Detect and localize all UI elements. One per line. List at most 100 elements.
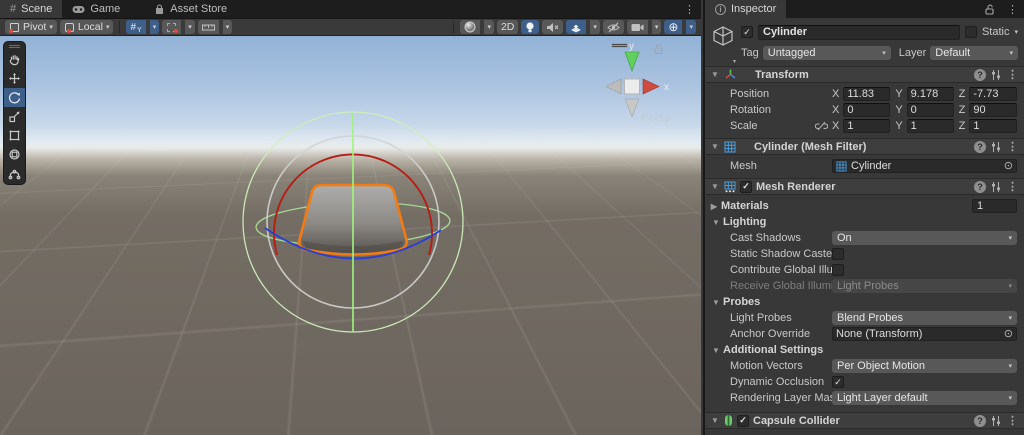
contribute-gi-checkbox[interactable] — [832, 264, 844, 276]
scale-y-input[interactable]: 1 — [906, 119, 954, 133]
x-axis-cone[interactable] — [642, 78, 660, 95]
mesh-filter-menu-icon[interactable]: ⋮ — [1006, 140, 1019, 153]
scale-tool-button[interactable] — [4, 107, 25, 126]
position-y-input[interactable]: 9.178 — [906, 87, 954, 101]
transform-presets-icon[interactable] — [990, 69, 1002, 81]
dynamic-occlusion-checkbox[interactable]: ✓ — [832, 376, 844, 388]
effects-dropdown[interactable]: ▾ — [590, 20, 600, 34]
cast-shadows-dropdown[interactable]: On ▾ — [832, 231, 1017, 245]
hand-tool-button[interactable] — [4, 50, 25, 69]
materials-foldout-icon[interactable]: ▶ — [709, 202, 719, 211]
light-probes-dropdown[interactable]: Blend Probes ▾ — [832, 311, 1017, 325]
rect-tool-button[interactable] — [4, 126, 25, 145]
effects-toggle[interactable] — [566, 20, 587, 34]
anchor-picker-icon[interactable]: ⊙ — [1004, 328, 1013, 340]
gizmos-dropdown[interactable]: ▾ — [686, 20, 696, 34]
additional-settings-foldout[interactable]: ▼ Additional Settings — [705, 342, 1024, 358]
scene-tools-palette — [3, 41, 26, 185]
mesh-picker-icon[interactable]: ⊙ — [1004, 160, 1013, 172]
local-dropdown[interactable]: Local ▾ — [59, 20, 114, 34]
anchor-override-field[interactable]: None (Transform) ⊙ — [832, 327, 1017, 341]
capsule-collider-foldout-icon[interactable]: ▼ — [710, 416, 720, 425]
tab-asset-store[interactable]: Asset Store — [144, 0, 237, 18]
tab-inspector[interactable]: i Inspector — [705, 0, 787, 18]
mesh-filter-help-icon[interactable]: ? — [974, 140, 986, 153]
capsule-collider-menu-icon[interactable]: ⋮ — [1006, 414, 1019, 427]
transform-menu-icon[interactable]: ⋮ — [1006, 68, 1019, 81]
shading-mode-dropdown[interactable]: ▾ — [484, 20, 494, 34]
camera-settings-button[interactable] — [626, 20, 648, 34]
transform-tool-button[interactable] — [4, 145, 25, 164]
mesh-renderer-foldout-icon[interactable]: ▼ — [710, 182, 720, 191]
capsule-collider-enabled-checkbox[interactable]: ✓ — [737, 414, 749, 427]
gizmos-toggle[interactable]: ⊕ — [664, 20, 683, 34]
static-shadow-caster-checkbox[interactable] — [832, 248, 844, 260]
camera-settings-dropdown[interactable]: ▾ — [651, 20, 662, 34]
mesh-renderer-menu-icon[interactable]: ⋮ — [1006, 180, 1019, 193]
mesh-filter-presets-icon[interactable] — [990, 141, 1002, 153]
materials-row[interactable]: ▶ Materials 1 — [705, 198, 1024, 214]
snap-increment-dropdown[interactable]: ▾ — [222, 20, 233, 34]
gameobject-active-checkbox[interactable]: ✓ — [741, 26, 753, 38]
inspector-lock-icon[interactable] — [979, 0, 1001, 18]
rendering-layer-mask-dropdown[interactable]: Light Layer default ▾ — [832, 391, 1017, 405]
scene-tab-menu-icon[interactable]: ⋮ — [678, 0, 701, 18]
pivot-dropdown[interactable]: Pivot ▾ — [5, 20, 57, 34]
grid-snap-toggle[interactable] — [162, 20, 182, 34]
mesh-renderer-presets-icon[interactable] — [990, 181, 1002, 193]
left-axis-cone[interactable] — [605, 78, 622, 95]
rotation-y-input[interactable]: 0 — [906, 103, 954, 117]
gizmos-arrow-icon: ▾ — [689, 24, 693, 31]
mesh-renderer-help-icon[interactable]: ? — [974, 180, 986, 193]
probes-foldout[interactable]: ▼ Probes — [705, 294, 1024, 310]
mesh-filter-foldout-icon[interactable]: ▼ — [710, 142, 720, 151]
rotation-z-input[interactable]: 90 — [969, 103, 1017, 117]
scale-z-input[interactable]: 1 — [969, 119, 1017, 133]
gizmo-lock-icon[interactable] — [654, 44, 663, 54]
materials-count-input[interactable]: 1 — [972, 199, 1017, 213]
capsule-collider-presets-icon[interactable] — [990, 415, 1002, 427]
tag-dropdown[interactable]: Untagged ▾ — [762, 46, 891, 60]
mesh-renderer-enabled-checkbox[interactable]: ✓ — [740, 180, 752, 193]
inspector-menu-icon[interactable]: ⋮ — [1001, 0, 1024, 18]
motion-vectors-dropdown[interactable]: Per Object Motion ▾ — [832, 359, 1017, 373]
gizmo-center-cube[interactable] — [624, 78, 640, 95]
mesh-object-field[interactable]: Cylinder ⊙ — [832, 159, 1017, 173]
link-broken-icon[interactable] — [815, 121, 828, 131]
mesh-filter-header[interactable]: ▼ Cylinder (Mesh Filter) ? ⋮ — [705, 138, 1024, 155]
transform-help-icon[interactable]: ? — [974, 68, 986, 81]
shading-mode-button[interactable] — [460, 20, 481, 34]
capsule-collider-help-icon[interactable]: ? — [974, 414, 986, 427]
snap-increment-toggle[interactable] — [197, 20, 219, 34]
position-z-input[interactable]: -7.73 — [969, 87, 1017, 101]
gameobject-icon-wrap[interactable]: ▾ — [709, 22, 737, 65]
transform-header[interactable]: ▼ Transform ? ⋮ — [705, 66, 1024, 83]
transform-foldout-icon[interactable]: ▼ — [710, 70, 720, 79]
custom-tool-button[interactable] — [4, 164, 25, 183]
capsule-collider-header[interactable]: ▼ ✓ Capsule Collider ? ⋮ — [705, 412, 1024, 429]
grid-snap-dropdown[interactable]: ▾ — [185, 20, 195, 34]
2d-toggle[interactable]: 2D — [496, 20, 519, 34]
position-x-input[interactable]: 11.83 — [843, 87, 891, 101]
static-dropdown-icon[interactable]: ▾ — [1014, 28, 1018, 36]
mesh-renderer-header[interactable]: ▼ ✓ Mesh Renderer ? ⋮ — [705, 178, 1024, 195]
move-tool-button[interactable] — [4, 69, 25, 88]
layer-dropdown[interactable]: Default ▾ — [930, 46, 1018, 60]
gameobject-name-input[interactable]: Cylinder — [758, 24, 960, 40]
rotate-tool-button[interactable] — [4, 88, 25, 107]
palette-drag-handle[interactable] — [4, 42, 25, 50]
rotation-x-input[interactable]: 0 — [843, 103, 891, 117]
grid-visibility-toggle[interactable]: # Y — [126, 20, 146, 34]
static-checkbox[interactable] — [964, 26, 977, 38]
y-axis-cone[interactable] — [624, 51, 640, 72]
tab-scene[interactable]: # Scene — [0, 0, 63, 18]
lighting-foldout[interactable]: ▼ Lighting — [705, 214, 1024, 230]
perspective-label[interactable]: ‹ Persp — [634, 112, 671, 124]
hidden-objects-toggle[interactable] — [602, 20, 624, 34]
audio-toggle[interactable] — [542, 20, 564, 34]
tab-game[interactable]: Game — [62, 0, 130, 18]
grid-visibility-dropdown[interactable]: ▾ — [149, 20, 160, 34]
scale-x-input[interactable]: 1 — [843, 119, 891, 133]
lighting-toggle[interactable] — [521, 20, 540, 34]
scene-viewport[interactable]: y x ‹ Persp — [0, 36, 701, 435]
